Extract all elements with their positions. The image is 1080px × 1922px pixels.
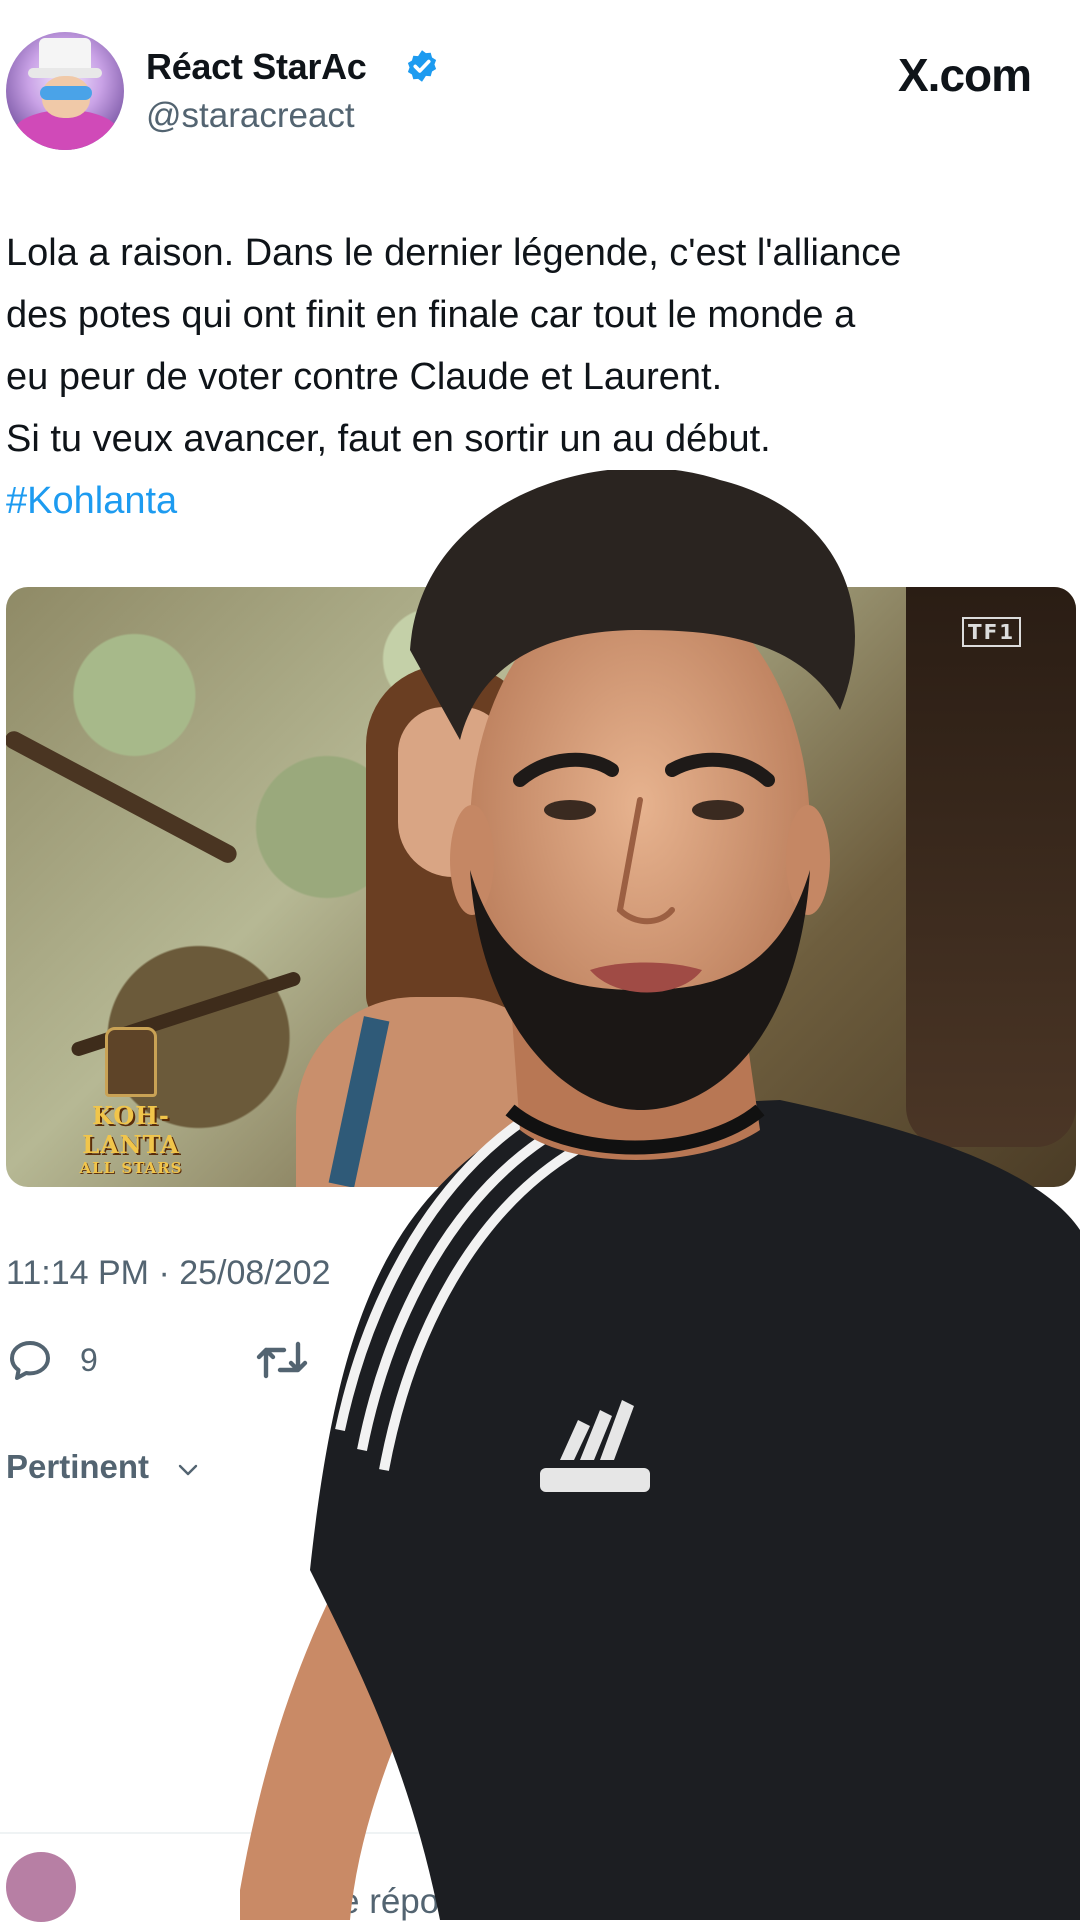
tweet-line: Lola a raison. Dans le dernier légende, … (6, 232, 902, 274)
presenter-overlay (240, 470, 1080, 1920)
x-com-logo: X.com (898, 49, 1032, 101)
reply-count: 9 (80, 1342, 98, 1378)
chevron-down-icon[interactable] (176, 1460, 200, 1480)
show-subtitle: ALL STARS (79, 1159, 183, 1177)
tweet-line: des potes qui ont finit en finale car to… (6, 294, 856, 336)
author-handle[interactable]: @staracreact (146, 96, 355, 136)
author-display-name[interactable]: Réact StarAc (146, 46, 367, 88)
tweet-line: eu peur de voter contre Claude et Lauren… (6, 356, 723, 398)
koh-lanta-logo: KOH-LANTA ALL STARS (56, 1027, 206, 1177)
reply-sort-dropdown[interactable]: Pertinent (6, 1448, 149, 1486)
reply-icon[interactable] (6, 1336, 54, 1384)
totem-icon (105, 1027, 157, 1097)
user-avatar (6, 1852, 76, 1922)
tweet-line: Si tu veux avancer, faut en sortir un au… (6, 418, 771, 460)
show-title: KOH-LANTA (82, 1101, 180, 1159)
verified-badge-icon (407, 50, 437, 82)
author-avatar[interactable] (6, 32, 124, 150)
